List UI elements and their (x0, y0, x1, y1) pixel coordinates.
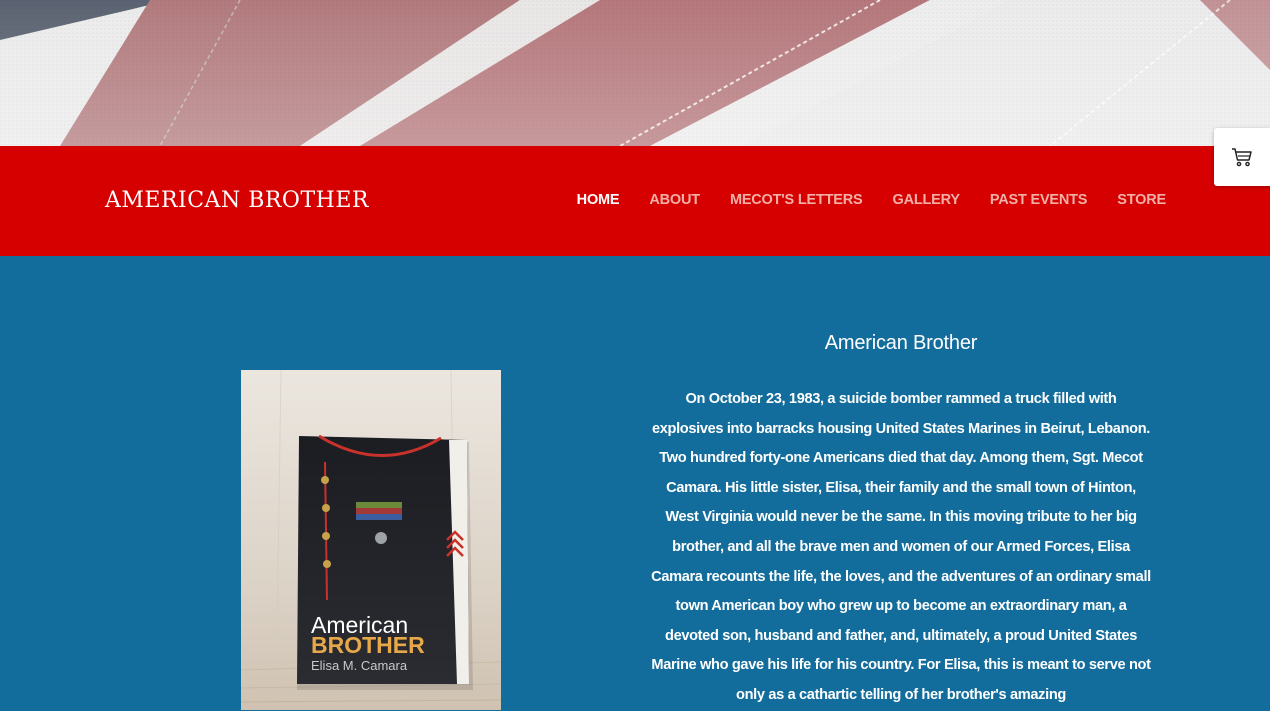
intro-section: American Brother On October 23, 1983, a … (650, 332, 1152, 711)
main-nav: HOME ABOUT MECOT'S LETTERS GALLERY PAST … (577, 192, 1167, 208)
section-heading: American Brother (824, 332, 978, 354)
nav-item-gallery[interactable]: GALLERY (893, 192, 961, 208)
nav-item-home[interactable]: HOME (577, 192, 620, 208)
section-body: On October 23, 1983, a suicide bomber ra… (651, 391, 1151, 703)
hero-flag-banner (0, 0, 1270, 146)
site-header: AMERICAN BROTHER HOME ABOUT MECOT'S LETT… (0, 146, 1270, 256)
cart-button[interactable] (1214, 128, 1270, 186)
nav-item-about[interactable]: ABOUT (649, 192, 700, 208)
nav-item-mecots-letters[interactable]: MECOT'S LETTERS (730, 192, 863, 208)
site-logo[interactable]: AMERICAN BROTHER (105, 188, 369, 213)
shopping-cart-icon (1232, 148, 1252, 167)
nav-item-past-events[interactable]: PAST EVENTS (990, 192, 1088, 208)
book-author: Elisa M. Camara (311, 658, 408, 673)
flag-image (0, 0, 1270, 146)
book-cover-image: American BROTHER Elisa M. Camara (241, 370, 501, 710)
nav-item-store[interactable]: STORE (1117, 192, 1166, 208)
book-title-line2: BROTHER (311, 632, 425, 658)
